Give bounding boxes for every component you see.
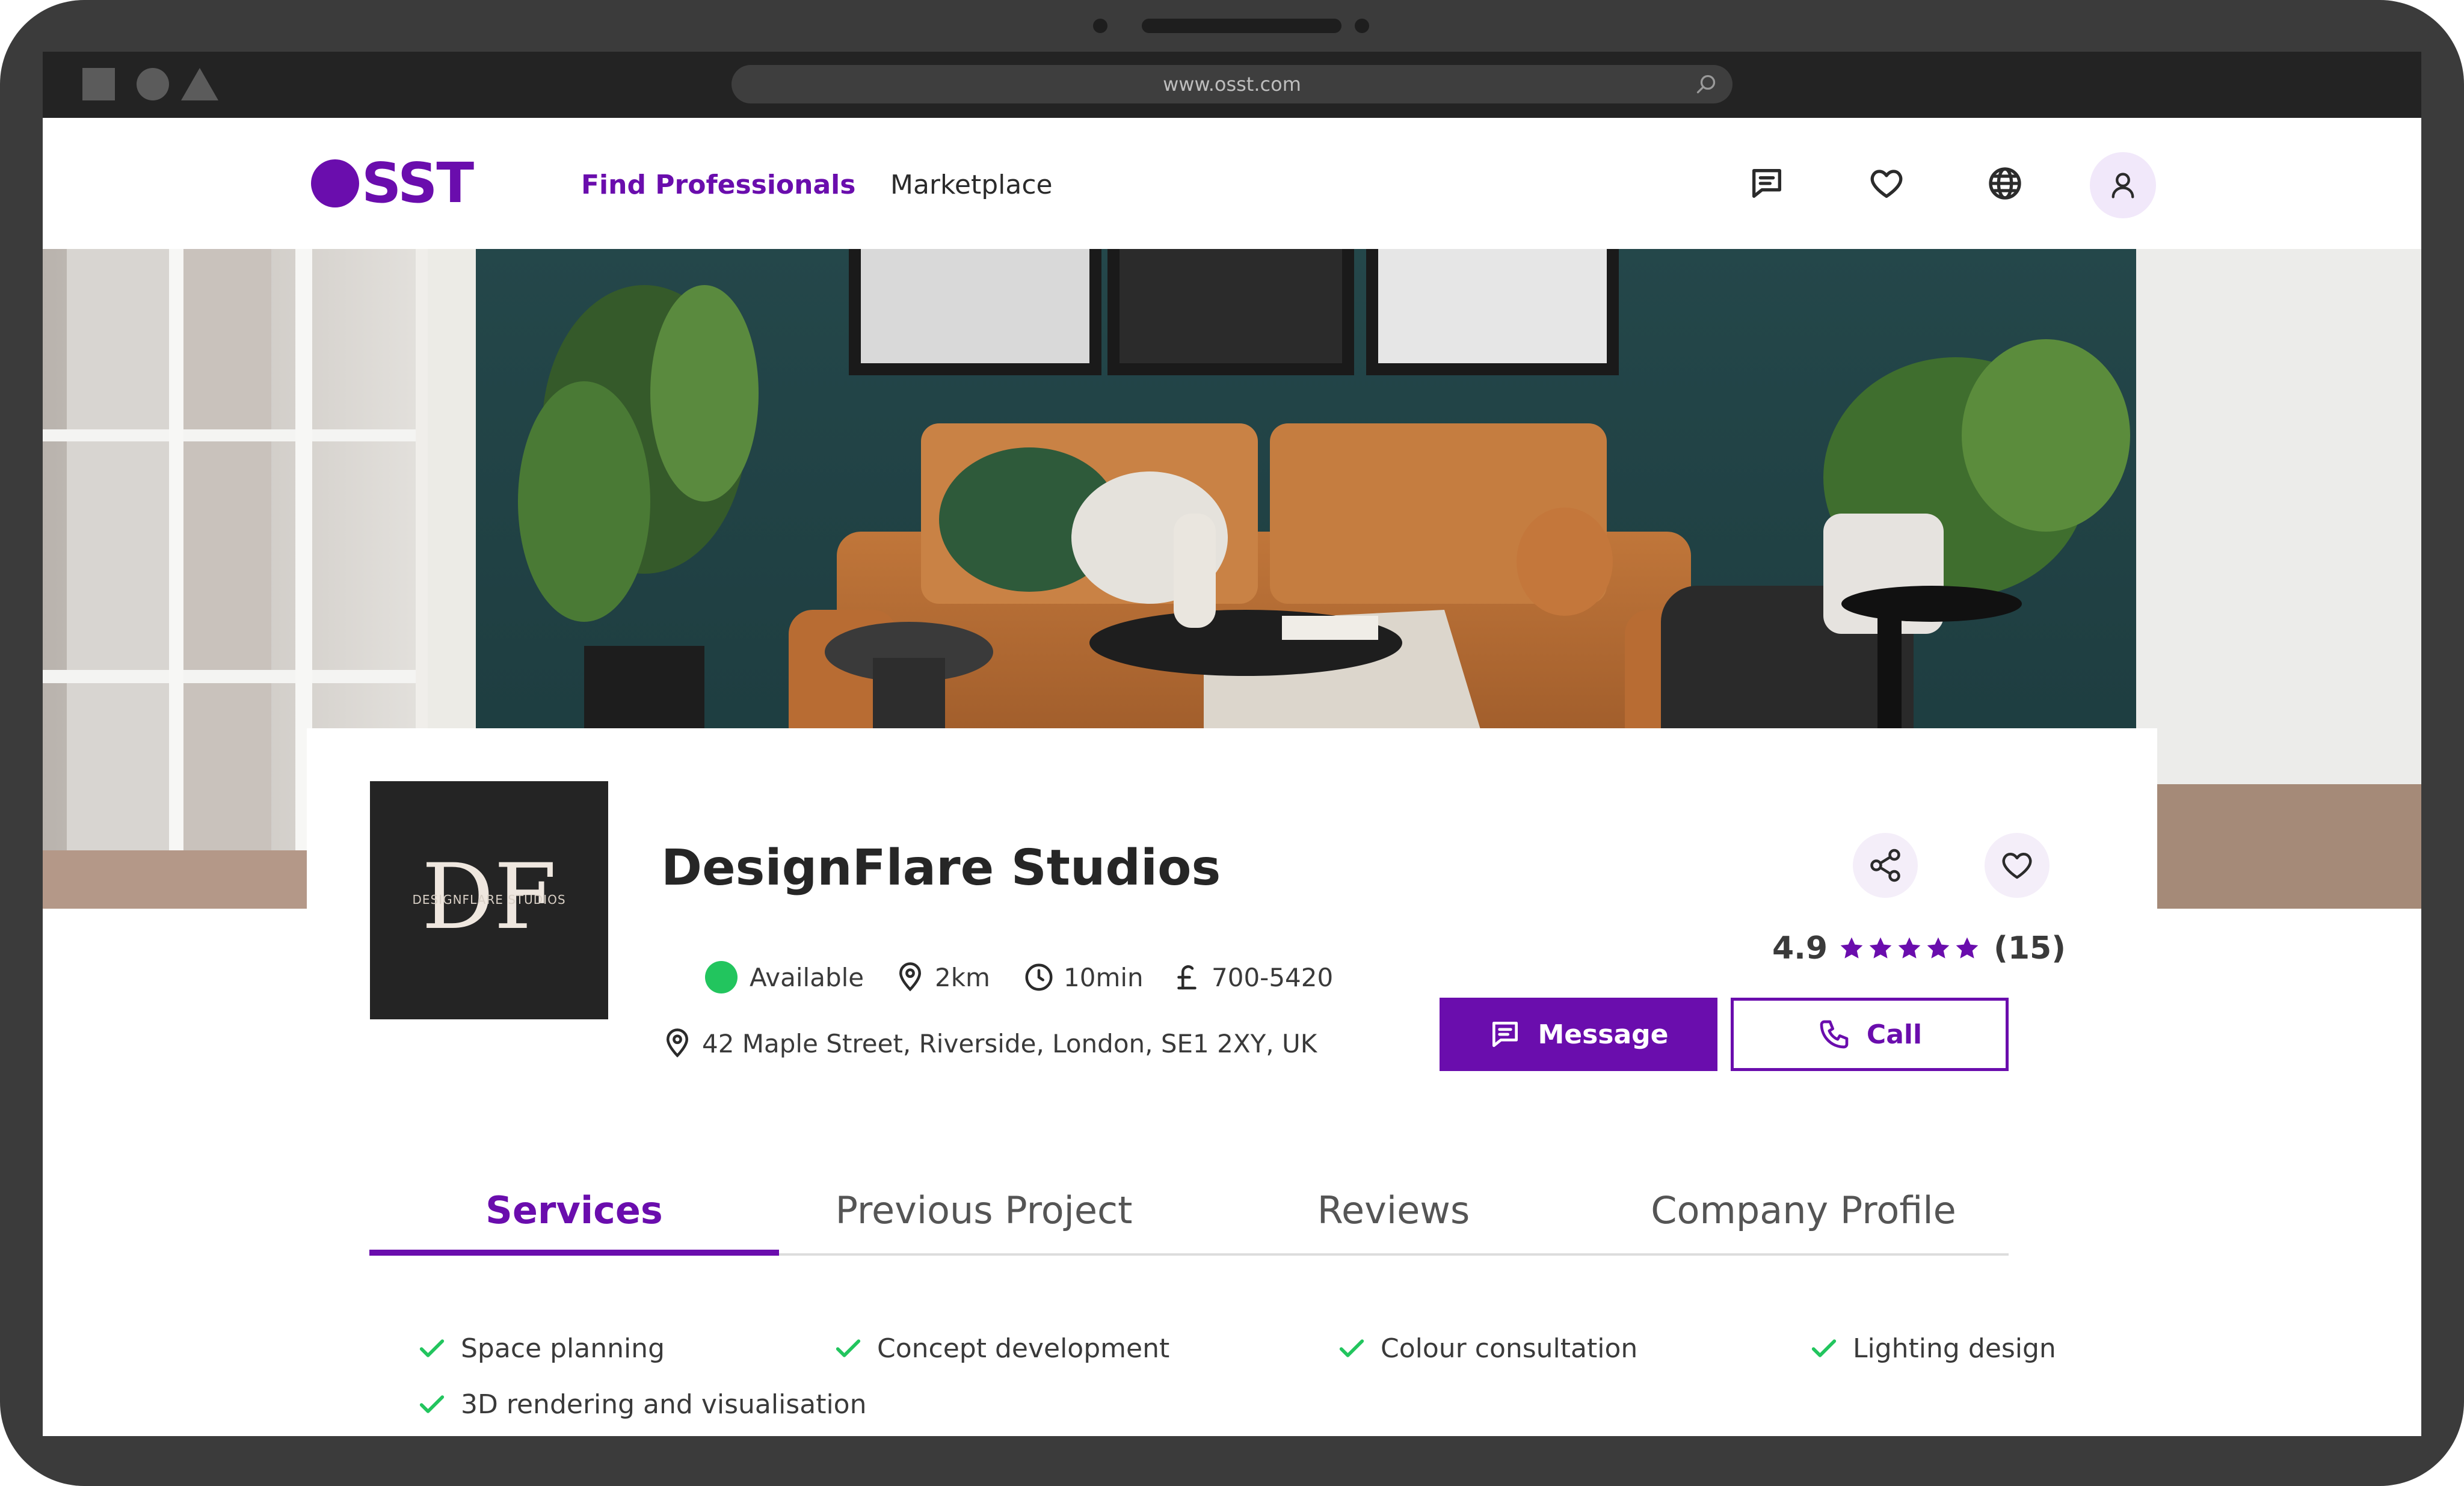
service-label: Lighting design [1853,1333,2056,1364]
sensor-dot [1355,19,1369,33]
time-text: 10min [1064,962,1144,992]
service-label: Space planning [461,1333,665,1364]
address-text: www.osst.com [1163,73,1301,96]
service-item: Colour consultation [1336,1333,1637,1364]
logo-text: SST [362,151,474,215]
price-info: 700-5420 [1171,959,1333,995]
triangle-shape-icon [181,68,218,100]
pound-icon [1177,965,1197,990]
search-icon[interactable] [1695,73,1717,95]
star-icon [1927,937,1950,959]
chat-icon[interactable] [1748,164,1786,203]
status-dot-icon [705,961,738,993]
time-info: 10min [1023,959,1144,995]
star-icon [1869,937,1892,959]
check-icon [419,1339,445,1357]
availability-status: Available [705,959,864,995]
speaker-bar [1142,19,1341,33]
logo-caption: DESIGNFLARE STUDIOS [412,892,566,907]
call-button[interactable]: Call [1731,998,2009,1071]
call-button-label: Call [1866,1019,1923,1050]
star-icon [1840,937,1863,959]
nav-find-professionals[interactable]: Find Professionals [581,170,855,201]
heart-icon[interactable] [1867,164,1906,203]
brand-logo[interactable]: SST [311,151,474,215]
address-bar[interactable]: www.osst.com [732,65,1732,103]
profile-tabs: Services Previous Project Reviews Compan… [369,1190,2009,1256]
device-frame: www.osst.com SST Find Professionals Mark… [0,0,2464,1486]
user-icon [2111,173,2134,198]
status-text: Available [750,962,864,992]
star-icon [1898,937,1921,959]
top-nav: SST Find Professionals Marketplace [43,118,2421,249]
star-icon [1956,937,1979,959]
circle-shape-icon [137,68,169,100]
rating-value: 4.9 [1772,930,1828,966]
nav-marketplace[interactable]: Marketplace [890,170,1053,201]
check-icon [836,1339,861,1357]
tab-reviews[interactable]: Reviews [1189,1190,1598,1248]
service-item: Lighting design [1808,1333,2056,1364]
tab-services[interactable]: Services [369,1190,779,1248]
favourite-button[interactable] [1985,833,2050,898]
review-count: (15) [1994,930,2066,966]
message-button[interactable]: Message [1440,998,1717,1071]
active-tab-indicator [369,1250,779,1256]
service-item: 3D rendering and visualisation [416,1389,866,1420]
rating-stars [1838,935,1983,962]
share-button[interactable] [1853,833,1918,898]
square-shape-icon [82,68,115,100]
user-avatar-button[interactable] [2090,152,2156,218]
service-item: Space planning [416,1333,665,1364]
camera-dot [1093,19,1107,33]
phone-icon [1820,1020,1849,1049]
location-pin-icon [899,962,922,992]
distance-text: 2km [935,962,990,992]
tab-previous-project[interactable]: Previous Project [779,1190,1189,1248]
distance-info: 2km [894,959,990,995]
service-label: 3D rendering and visualisation [461,1389,867,1420]
price-text: 700-5420 [1212,962,1334,992]
service-label: Colour consultation [1381,1333,1638,1364]
company-address: 42 Maple Street, Riverside, London, SE1 … [661,1027,1317,1060]
share-icon [1870,849,1900,882]
location-pin-icon [666,1028,689,1058]
service-label: Concept development [877,1333,1170,1364]
tab-company-profile[interactable]: Company Profile [1598,1190,2009,1248]
service-item: Concept development [833,1333,1169,1364]
check-icon [1339,1339,1364,1357]
browser-chrome: www.osst.com [43,52,2421,118]
heart-icon [2002,853,2032,879]
check-icon [1811,1339,1837,1357]
clock-icon [1025,963,1053,991]
company-name: DesignFlare Studios [661,840,1221,897]
chat-icon [1492,1022,1518,1047]
globe-icon[interactable] [1986,164,2024,203]
check-icon [419,1395,445,1413]
company-logo: DF DESIGNFLARE STUDIOS [370,781,608,1019]
message-button-label: Message [1538,1019,1669,1050]
address-text: 42 Maple Street, Riverside, London, SE1 … [702,1028,1317,1058]
logo-dot [311,159,359,207]
rating-summary: 4.9 (15) [1772,930,2066,966]
